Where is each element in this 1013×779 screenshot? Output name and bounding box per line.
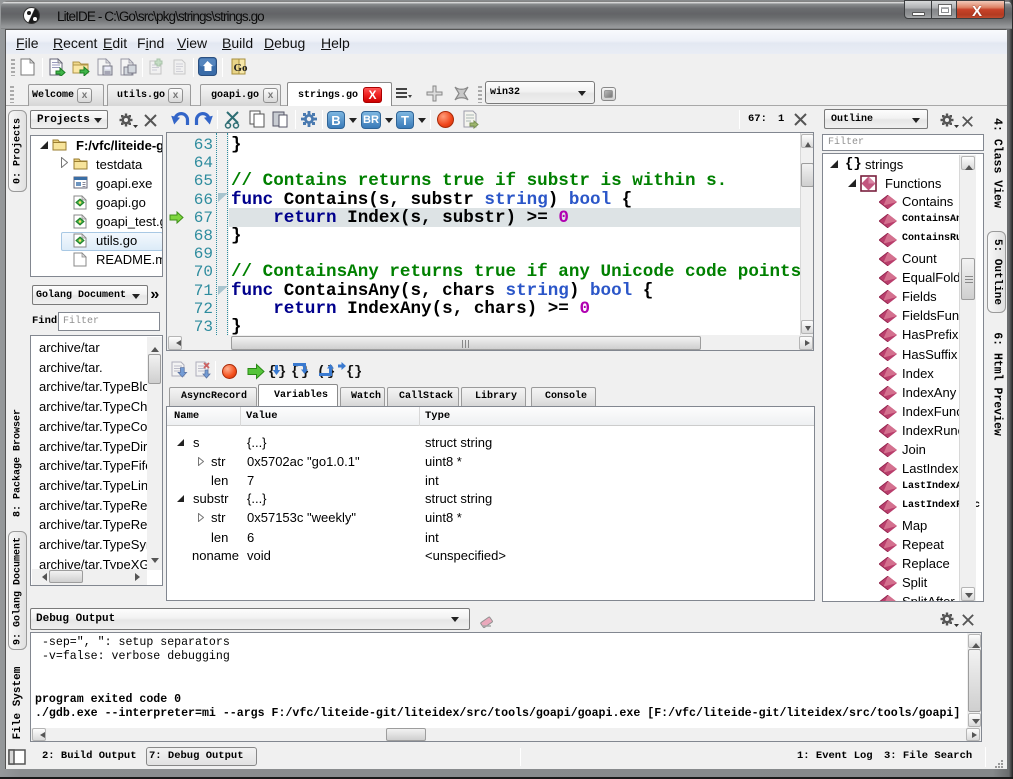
svg-text:Go: Go bbox=[234, 62, 249, 74]
svg-text:}: } bbox=[354, 364, 361, 378]
svg-text:{: { bbox=[291, 364, 299, 378]
